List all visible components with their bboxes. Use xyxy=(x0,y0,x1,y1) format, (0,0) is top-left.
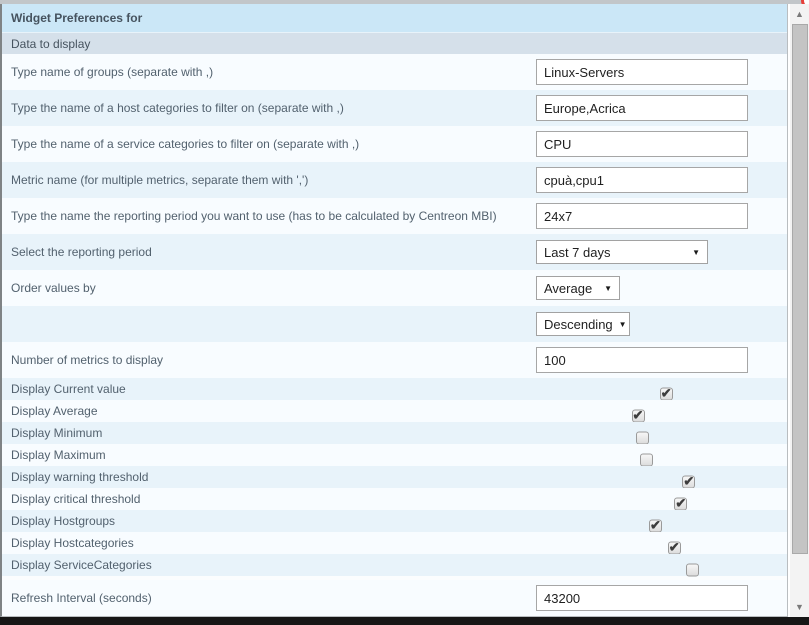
pref-row-service-categories: Type the name of a service categories to… xyxy=(2,126,787,162)
widget-preferences-dialog: Widget Preferences for Data to display T… xyxy=(0,4,788,617)
display-current-value-checkbox[interactable] xyxy=(660,387,673,400)
field-label: Order values by xyxy=(2,281,96,295)
scrollbar-thumb[interactable] xyxy=(792,24,808,554)
pref-row-order-by: Order values by Average ▼ xyxy=(2,270,787,306)
field-label: Display Hostcategories xyxy=(2,536,134,550)
pref-row-metric-name: Metric name (for multiple metrics, separ… xyxy=(2,162,787,198)
pref-row-display-current-value: Display Current value xyxy=(2,378,787,400)
order-direction-select[interactable]: Descending ▼ xyxy=(536,312,630,336)
chevron-down-icon: ▼ xyxy=(692,248,700,257)
pref-row-reporting-period: Select the reporting period Last 7 days … xyxy=(2,234,787,270)
pref-row-display-servicecategories: Display ServiceCategories xyxy=(2,554,787,576)
pref-row-display-maximum: Display Maximum xyxy=(2,444,787,466)
selected-value: Last 7 days xyxy=(544,245,611,260)
display-critical-threshold-checkbox[interactable] xyxy=(674,497,687,510)
field-label: Type the name of a service categories to… xyxy=(2,137,359,151)
selected-value: Average xyxy=(544,281,592,296)
field-label: Display warning threshold xyxy=(2,470,148,484)
display-average-checkbox[interactable] xyxy=(632,409,645,422)
reporting-period-select[interactable]: Last 7 days ▼ xyxy=(536,240,708,264)
metrics-count-input[interactable] xyxy=(536,347,748,373)
field-label: Display Maximum xyxy=(2,448,106,462)
scroll-down-icon[interactable]: ▼ xyxy=(790,599,809,615)
host-categories-input[interactable] xyxy=(536,95,748,121)
field-label: Display Hostgroups xyxy=(2,514,115,528)
field-label: Select the reporting period xyxy=(2,245,152,259)
metric-name-input[interactable] xyxy=(536,167,748,193)
field-label: Display Minimum xyxy=(2,426,102,440)
widget-preferences-page: Widget Preferences for Data to display T… xyxy=(0,0,809,625)
pref-row-display-hostgroups: Display Hostgroups xyxy=(2,510,787,532)
field-label: Refresh Interval (seconds) xyxy=(2,591,152,605)
bottom-border-strip xyxy=(0,617,809,625)
vertical-scrollbar[interactable]: ▲ ▼ xyxy=(790,4,809,617)
pref-row-refresh-interval: Refresh Interval (seconds) xyxy=(2,580,787,616)
pref-row-display-critical-threshold: Display critical threshold xyxy=(2,488,787,510)
chevron-down-icon: ▼ xyxy=(619,320,627,329)
order-by-select[interactable]: Average ▼ xyxy=(536,276,620,300)
field-label: Display ServiceCategories xyxy=(2,558,152,572)
field-label: Type name of groups (separate with ,) xyxy=(2,65,213,79)
scroll-up-icon[interactable]: ▲ xyxy=(790,6,809,22)
field-label: Type the name the reporting period you w… xyxy=(2,209,497,223)
groups-input[interactable] xyxy=(536,59,748,85)
service-categories-input[interactable] xyxy=(536,131,748,157)
dialog-title: Widget Preferences for xyxy=(2,4,787,33)
field-label: Metric name (for multiple metrics, separ… xyxy=(2,173,308,187)
display-warning-threshold-checkbox[interactable] xyxy=(682,475,695,488)
refresh-interval-input[interactable] xyxy=(536,585,748,611)
field-label: Number of metrics to display xyxy=(2,353,163,367)
pref-row-order-direction: Descending ▼ xyxy=(2,306,787,342)
reporting-period-name-input[interactable] xyxy=(536,203,748,229)
pref-row-host-categories: Type the name of a host categories to fi… xyxy=(2,90,787,126)
display-maximum-checkbox[interactable] xyxy=(640,453,653,466)
field-label: Display Average xyxy=(2,404,98,418)
display-minimum-checkbox[interactable] xyxy=(636,431,649,444)
pref-row-groups: Type name of groups (separate with ,) xyxy=(2,54,787,90)
field-label: Type the name of a host categories to fi… xyxy=(2,101,344,115)
pref-row-display-hostcategories: Display Hostcategories xyxy=(2,532,787,554)
pref-row-display-minimum: Display Minimum xyxy=(2,422,787,444)
pref-row-display-warning-threshold: Display warning threshold xyxy=(2,466,787,488)
display-hostcategories-checkbox[interactable] xyxy=(668,541,681,554)
display-hostgroups-checkbox[interactable] xyxy=(649,519,662,532)
selected-value: Descending xyxy=(544,317,613,332)
display-servicecategories-checkbox[interactable] xyxy=(686,563,699,576)
pref-row-reporting-period-name: Type the name the reporting period you w… xyxy=(2,198,787,234)
field-label: Display critical threshold xyxy=(2,492,140,506)
field-label: Display Current value xyxy=(2,382,126,396)
section-header-data-to-display: Data to display xyxy=(2,33,787,54)
pref-row-metrics-count: Number of metrics to display xyxy=(2,342,787,378)
pref-row-display-average: Display Average xyxy=(2,400,787,422)
chevron-down-icon: ▼ xyxy=(604,284,612,293)
